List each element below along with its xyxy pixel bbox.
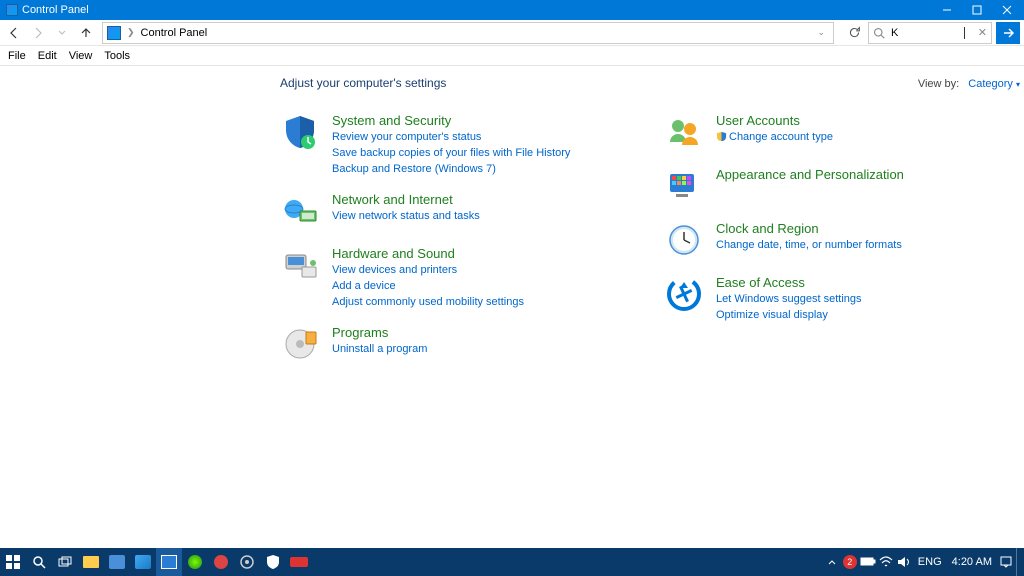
category-hardware-sound[interactable]: Hardware and Sound <box>332 245 524 262</box>
clock-region-icon <box>664 220 704 260</box>
clear-search-button[interactable]: ✕ <box>978 26 987 39</box>
tray-chevron-up-icon[interactable] <box>824 554 840 570</box>
search-go-button[interactable] <box>996 22 1020 44</box>
menu-file[interactable]: File <box>2 50 32 62</box>
taskbar-search[interactable] <box>26 548 52 576</box>
show-desktop-button[interactable] <box>1016 548 1020 576</box>
appearance-icon <box>664 166 704 206</box>
minimize-button[interactable] <box>932 0 962 20</box>
control-panel-icon <box>6 4 18 16</box>
category-user-accounts[interactable]: User Accounts <box>716 112 833 129</box>
tray-clock[interactable]: 4:20 AM <box>948 556 996 568</box>
menu-edit[interactable]: Edit <box>32 50 63 62</box>
tray-notification-badge[interactable]: 2 <box>842 554 858 570</box>
ease-of-access-icon <box>664 274 704 314</box>
link-network-status[interactable]: View network status and tasks <box>332 209 480 224</box>
viewby-dropdown[interactable]: Category ▾ <box>968 78 1020 90</box>
taskbar-app-2[interactable] <box>104 548 130 576</box>
window-title: Control Panel <box>22 4 89 16</box>
address-dropdown[interactable]: ⌄ <box>813 27 829 38</box>
maximize-button[interactable] <box>962 0 992 20</box>
address-bar[interactable]: ❯ Control Panel ⌄ <box>102 22 834 44</box>
link-suggest-settings[interactable]: Let Windows suggest settings <box>716 292 862 307</box>
forward-button[interactable] <box>28 23 48 43</box>
programs-icon <box>280 324 320 364</box>
refresh-button[interactable] <box>844 23 864 43</box>
taskbar-app-3[interactable] <box>130 548 156 576</box>
back-button[interactable] <box>4 23 24 43</box>
up-button[interactable] <box>76 23 96 43</box>
taskbar-app-5[interactable] <box>182 548 208 576</box>
close-button[interactable] <box>992 0 1022 20</box>
tray-volume-icon[interactable] <box>896 554 912 570</box>
category-appearance[interactable]: Appearance and Personalization <box>716 166 904 183</box>
hardware-sound-icon <box>280 245 320 285</box>
category-programs[interactable]: Programs <box>332 324 427 341</box>
search-box[interactable]: ✕ <box>868 22 992 44</box>
taskbar-app-1[interactable] <box>78 548 104 576</box>
network-internet-icon <box>280 191 320 231</box>
tray-language[interactable]: ENG <box>914 556 946 568</box>
menu-view[interactable]: View <box>63 50 99 62</box>
uac-shield-icon <box>716 131 727 147</box>
link-devices-printers[interactable]: View devices and printers <box>332 263 524 278</box>
link-uninstall[interactable]: Uninstall a program <box>332 342 427 357</box>
category-clock-region[interactable]: Clock and Region <box>716 220 902 237</box>
link-review-status[interactable]: Review your computer's status <box>332 130 570 145</box>
taskbar-app-6[interactable] <box>208 548 234 576</box>
link-file-history[interactable]: Save backup copies of your files with Fi… <box>332 146 570 161</box>
system-security-icon <box>280 112 320 152</box>
recent-dropdown[interactable] <box>52 23 72 43</box>
category-network-internet[interactable]: Network and Internet <box>332 191 480 208</box>
breadcrumb-item[interactable]: Control Panel <box>141 27 208 39</box>
page-title: Adjust your computer's settings <box>280 76 918 90</box>
link-backup-restore[interactable]: Backup and Restore (Windows 7) <box>332 162 570 177</box>
category-system-security[interactable]: System and Security <box>332 112 570 129</box>
task-view-button[interactable] <box>52 548 78 576</box>
taskbar-app-9[interactable] <box>286 548 312 576</box>
user-accounts-icon <box>664 112 704 152</box>
link-add-device[interactable]: Add a device <box>332 279 524 294</box>
chevron-right-icon[interactable]: ❯ <box>127 27 135 38</box>
taskbar-app-4[interactable] <box>156 548 182 576</box>
link-change-account-type[interactable]: Change account type <box>716 130 833 147</box>
viewby-label: View by: <box>918 78 959 90</box>
link-visual-display[interactable]: Optimize visual display <box>716 308 862 323</box>
menu-tools[interactable]: Tools <box>98 50 136 62</box>
link-mobility[interactable]: Adjust commonly used mobility settings <box>332 295 524 310</box>
action-center-button[interactable] <box>998 554 1014 570</box>
start-button[interactable] <box>0 548 26 576</box>
search-input[interactable] <box>889 26 959 40</box>
taskbar-app-8[interactable] <box>260 548 286 576</box>
taskbar-app-7[interactable] <box>234 548 260 576</box>
category-ease-of-access[interactable]: Ease of Access <box>716 274 862 291</box>
tray-wifi-icon[interactable] <box>878 554 894 570</box>
control-panel-icon <box>107 26 121 40</box>
link-date-time[interactable]: Change date, time, or number formats <box>716 238 902 253</box>
tray-battery-icon[interactable] <box>860 554 876 570</box>
search-icon <box>873 27 885 39</box>
